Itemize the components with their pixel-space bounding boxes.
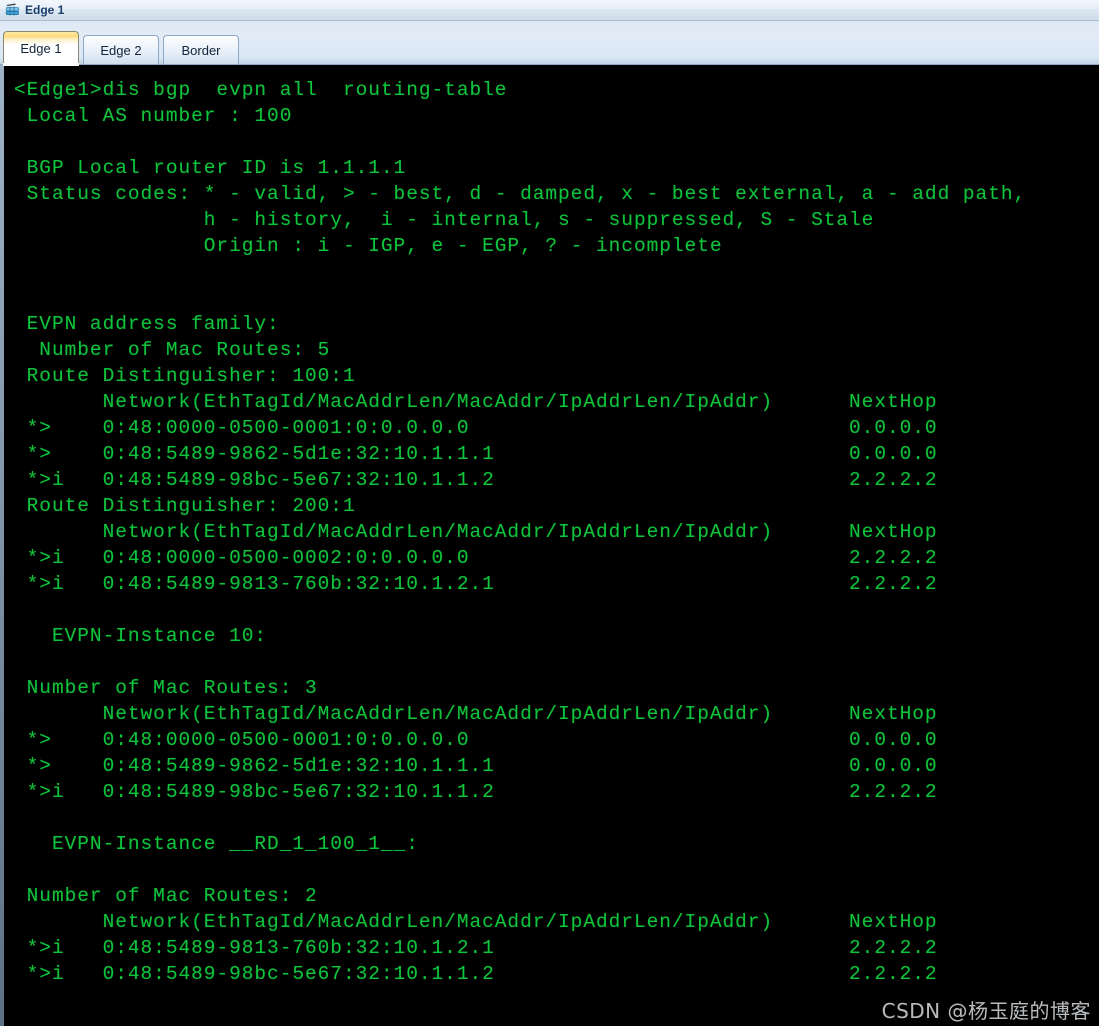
terminal-line: Network(EthTagId/MacAddrLen/MacAddr/IpAd… [14, 703, 938, 725]
terminal-line: Network(EthTagId/MacAddrLen/MacAddr/IpAd… [14, 391, 938, 413]
tab-edge-2-label: Edge 2 [100, 42, 142, 58]
title-bar: Edge 1 [0, 0, 1099, 21]
terminal-line: EVPN-Instance __RD_1_100_1__: [14, 833, 419, 855]
router-device-icon [5, 2, 19, 16]
terminal-line: Network(EthTagId/MacAddrLen/MacAddr/IpAd… [14, 911, 938, 933]
terminal-line: Number of Mac Routes: 3 [14, 677, 318, 699]
tab-strip: Edge 1 Edge 2 Border [0, 21, 1099, 66]
terminal-line: *>i 0:48:5489-98bc-5e67:32:10.1.1.2 2.2.… [14, 469, 938, 491]
terminal-line: EVPN-Instance 10: [14, 625, 268, 647]
tab-border-label: Border [181, 42, 221, 58]
terminal-line: Local AS number : 100 [14, 105, 293, 127]
terminal-line: *> 0:48:0000-0500-0001:0:0.0.0.0 0.0.0.0 [14, 729, 938, 751]
terminal-line: Number of Mac Routes: 5 [14, 339, 331, 361]
tab-edge-2[interactable]: Edge 2 [83, 35, 159, 64]
terminal-line: Status codes: * - valid, > - best, d - d… [14, 183, 1027, 205]
terminal-line: EVPN address family: [14, 313, 280, 335]
terminal-line: <Edge1>dis bgp evpn all routing-table [14, 79, 508, 101]
terminal-line: *>i 0:48:5489-98bc-5e67:32:10.1.1.2 2.2.… [14, 963, 938, 985]
terminal-line: Number of Mac Routes: 2 [14, 885, 318, 907]
terminal-line: *> 0:48:5489-9862-5d1e:32:10.1.1.1 0.0.0… [14, 755, 938, 777]
terminal-output[interactable]: <Edge1>dis bgp evpn all routing-table Lo… [4, 65, 1099, 1026]
terminal-line: *>i 0:48:0000-0500-0002:0:0.0.0.0 2.2.2.… [14, 547, 938, 569]
terminal-line: *>i 0:48:5489-98bc-5e67:32:10.1.1.2 2.2.… [14, 781, 938, 803]
terminal-line: *>i 0:48:5489-9813-760b:32:10.1.2.1 2.2.… [14, 573, 938, 595]
terminal-line: Origin : i - IGP, e - EGP, ? - incomplet… [14, 235, 723, 257]
window-title: Edge 1 [25, 3, 65, 17]
edge1-console-window: Edge 1 Edge 1 Edge 2 Border <Edge1>dis b… [0, 0, 1099, 1026]
tab-edge-1[interactable]: Edge 1 [3, 31, 79, 66]
terminal-line: h - history, i - internal, s - suppresse… [14, 209, 875, 231]
terminal-panel[interactable]: <Edge1>dis bgp evpn all routing-table Lo… [0, 65, 1099, 1026]
tab-border[interactable]: Border [163, 35, 239, 64]
terminal-line: Route Distinguisher: 100:1 [14, 365, 356, 387]
terminal-line: Route Distinguisher: 200:1 [14, 495, 356, 517]
tab-row: Edge 1 Edge 2 Border [3, 28, 1099, 66]
terminal-line: BGP Local router ID is 1.1.1.1 [14, 157, 407, 179]
tab-edge-1-label: Edge 1 [20, 40, 62, 56]
terminal-line: *> 0:48:5489-9862-5d1e:32:10.1.1.1 0.0.0… [14, 443, 938, 465]
terminal-line: *>i 0:48:5489-9813-760b:32:10.1.2.1 2.2.… [14, 937, 938, 959]
terminal-line: *> 0:48:0000-0500-0001:0:0.0.0.0 0.0.0.0 [14, 417, 938, 439]
terminal-line: Network(EthTagId/MacAddrLen/MacAddr/IpAd… [14, 521, 938, 543]
